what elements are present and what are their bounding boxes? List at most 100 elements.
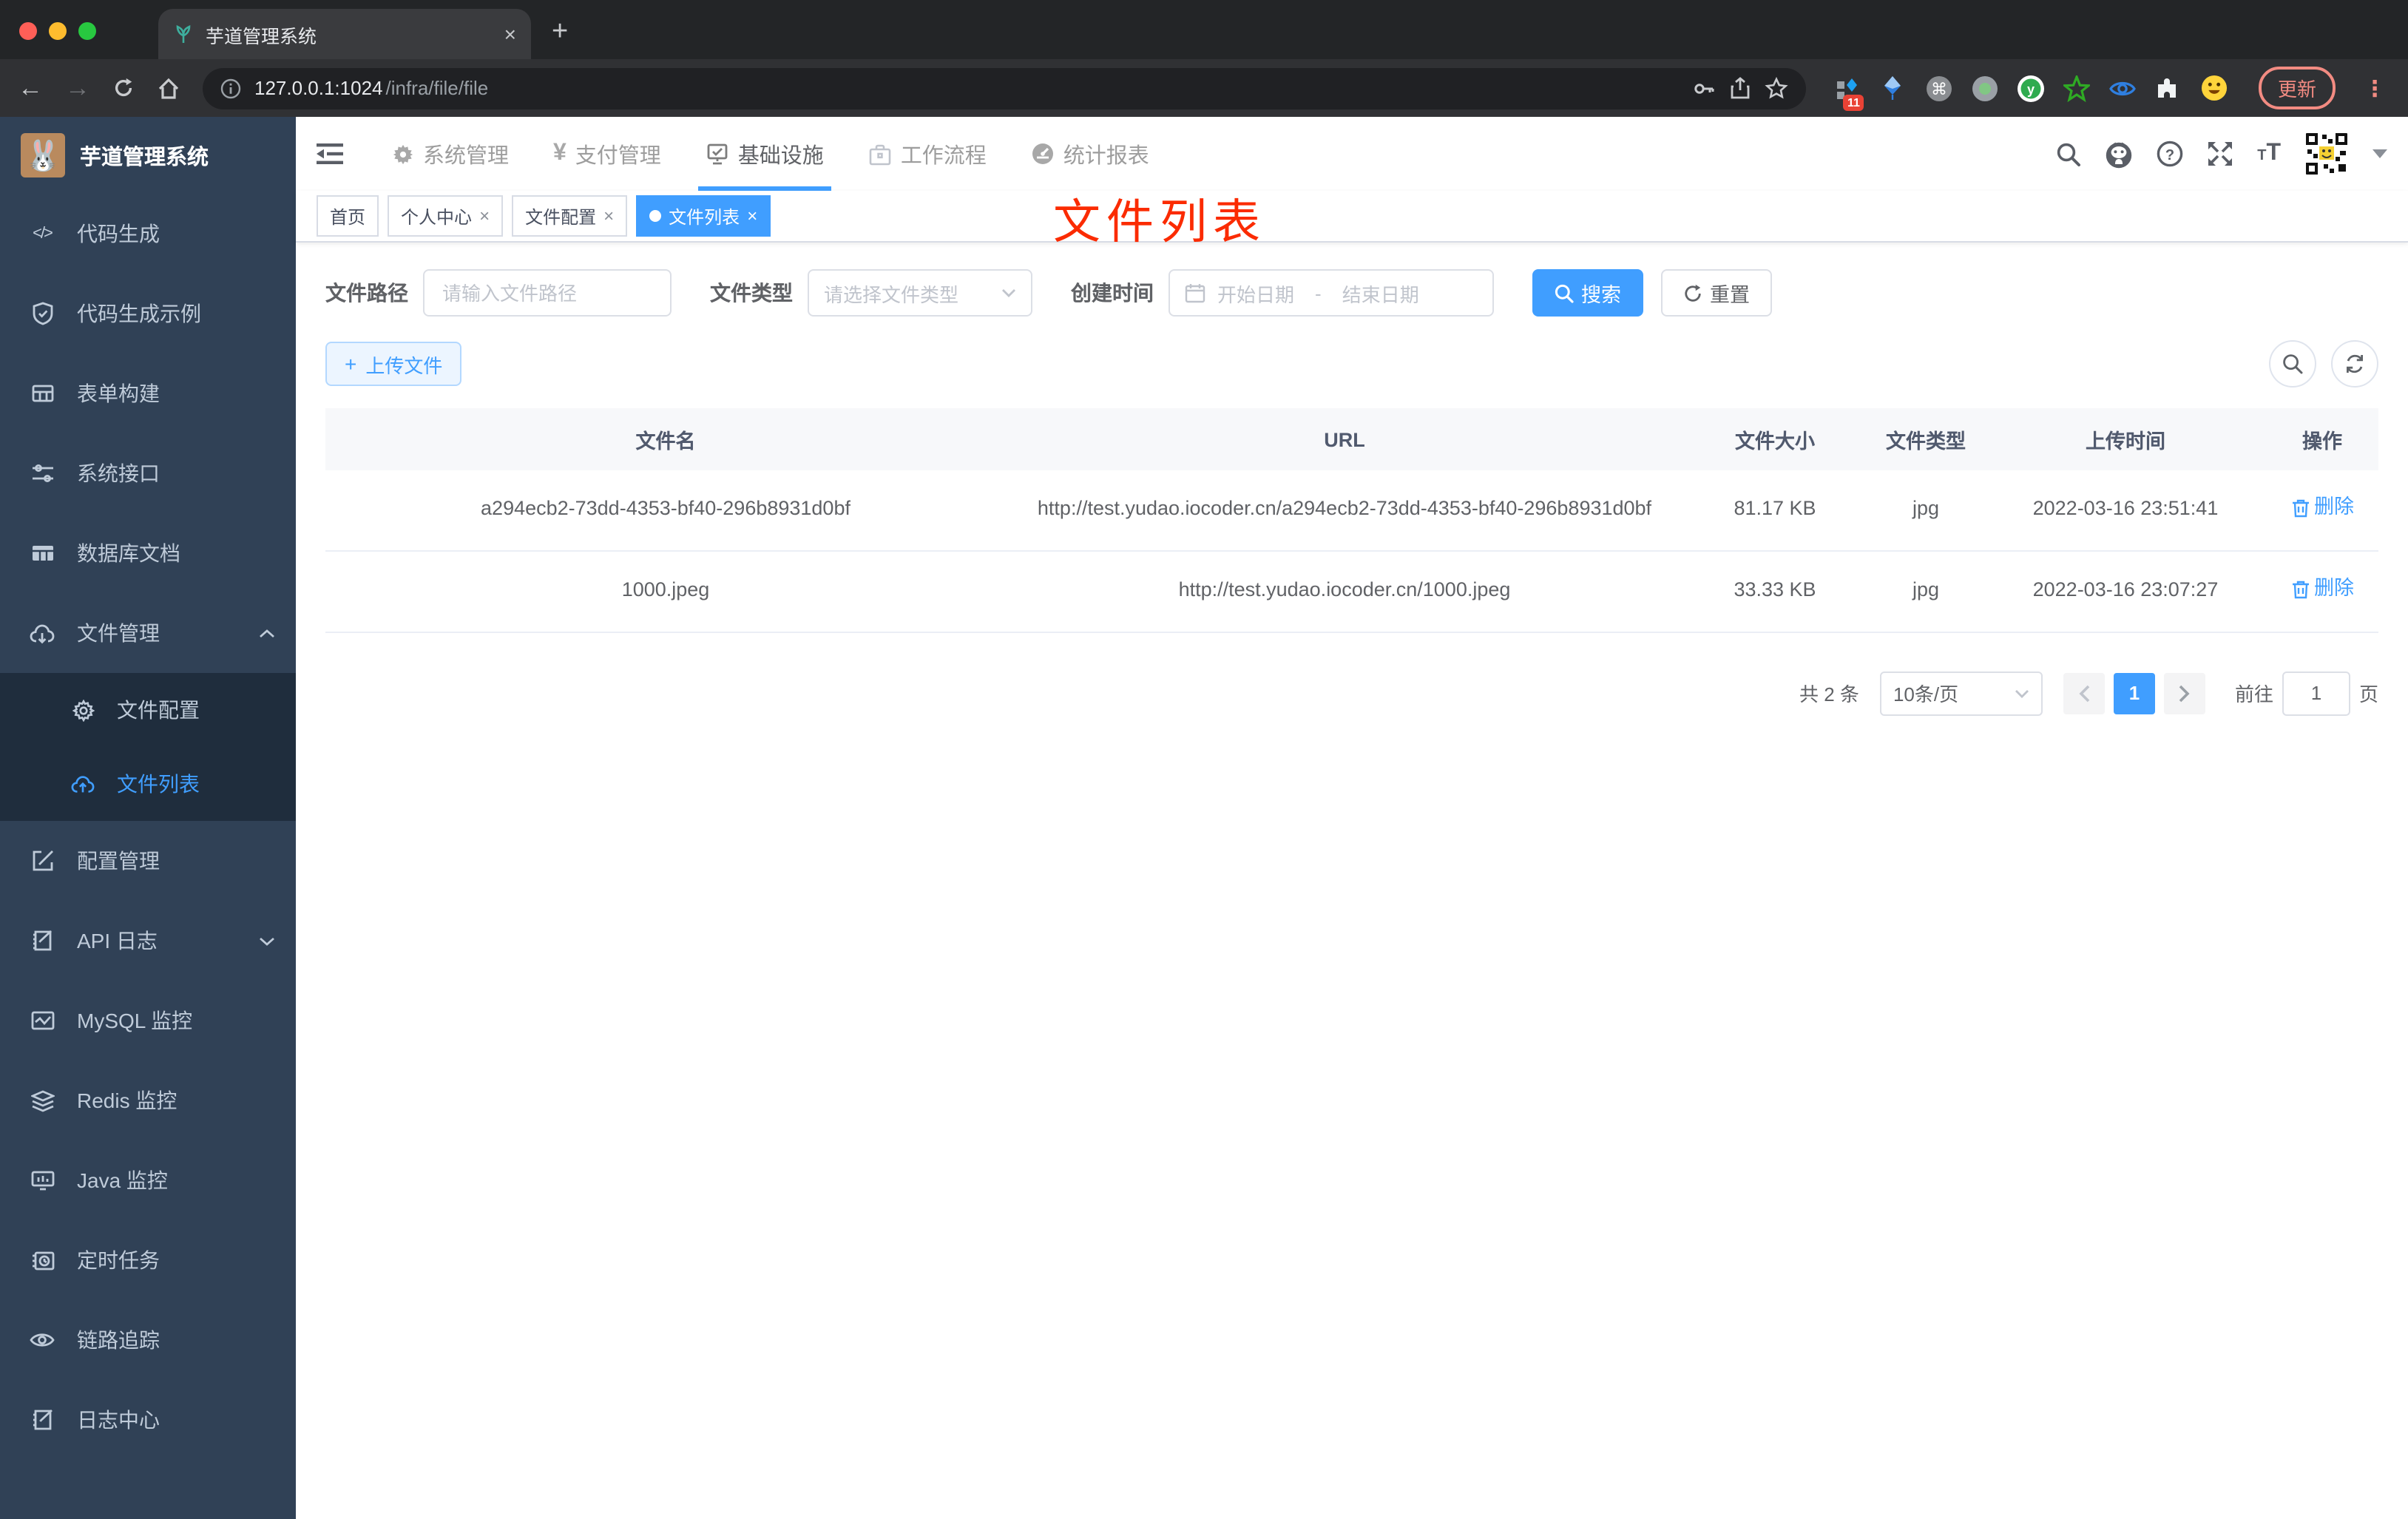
topmenu-report[interactable]: 统计报表: [1009, 117, 1171, 191]
browser-menu-icon[interactable]: ⋮: [2364, 75, 2387, 101]
next-page-button[interactable]: [2163, 672, 2205, 714]
trash-icon: [2292, 581, 2308, 598]
sidebar-item-db-doc[interactable]: 数据库文档: [0, 513, 296, 593]
cell-url: http://test.yudao.iocoder.cn/a294ecb2-73…: [1006, 470, 1683, 552]
svg-text:⌘: ⌘: [1931, 79, 1947, 98]
upload-file-button[interactable]: + 上传文件: [325, 342, 462, 386]
home-icon[interactable]: [157, 76, 180, 100]
sidebar-item-redis-monitor[interactable]: Redis 监控: [0, 1060, 296, 1140]
tag-close-icon[interactable]: ×: [603, 206, 614, 226]
sidebar-item-file-config[interactable]: 文件配置: [0, 673, 296, 747]
forward-icon[interactable]: →: [65, 75, 90, 101]
sidebar-item-form-builder[interactable]: 表单构建: [0, 353, 296, 433]
file-table: 文件名 URL 文件大小 文件类型 上传时间 操作 a294ecb2-73dd-…: [325, 408, 2378, 633]
hamburger-icon[interactable]: [296, 117, 364, 191]
back-icon[interactable]: ←: [18, 75, 43, 101]
cell-upload-time: 2022-03-16 23:07:27: [1985, 550, 2266, 633]
sidebar-item-mysql-monitor[interactable]: MySQL 监控: [0, 981, 296, 1060]
sidebar-item-scheduled-tasks[interactable]: 定时任务: [0, 1220, 296, 1300]
emoji-extension-icon[interactable]: [2201, 75, 2228, 101]
delete-button[interactable]: 删除: [2290, 491, 2354, 525]
font-size-icon[interactable]: TT: [2257, 141, 2281, 167]
file-type-select[interactable]: 请选择文件类型: [808, 269, 1032, 317]
browser-update-button[interactable]: 更新: [2258, 67, 2336, 109]
start-date-placeholder: 开始日期: [1217, 283, 1295, 305]
file-path-input-field[interactable]: [439, 280, 655, 305]
sidebar-item-java-monitor[interactable]: Java 监控: [0, 1140, 296, 1220]
gray-dot-extension-icon[interactable]: [1972, 75, 1998, 101]
toggle-search-button[interactable]: [2269, 340, 2316, 388]
minimize-window-button[interactable]: [49, 22, 67, 40]
sidebar-logo[interactable]: 🐰 芋道管理系统: [0, 117, 296, 194]
command-extension-icon[interactable]: ⌘: [1926, 75, 1952, 101]
end-date-placeholder: 结束日期: [1342, 283, 1419, 305]
note-edit-icon: [30, 1407, 55, 1432]
shield-check-icon: [30, 301, 55, 326]
sidebar-item-file-management[interactable]: 文件管理: [0, 593, 296, 673]
bookmark-star-icon[interactable]: [1765, 76, 1788, 100]
cloud-upload-icon: [71, 772, 95, 796]
help-icon[interactable]: ?: [2157, 141, 2183, 167]
sidebar-item-log-center[interactable]: 日志中心: [0, 1380, 296, 1460]
tab-close-icon[interactable]: ×: [504, 22, 516, 46]
tag-home[interactable]: 首页: [317, 195, 379, 237]
y-green-extension-icon[interactable]: y: [2017, 75, 2044, 101]
search-icon[interactable]: [2056, 141, 2081, 166]
search-button[interactable]: 搜索: [1532, 269, 1643, 317]
goto-page-input[interactable]: [2282, 671, 2350, 716]
tag-profile[interactable]: 个人中心 ×: [388, 195, 504, 237]
sidebar-item-system-api[interactable]: 系统接口: [0, 433, 296, 513]
sidebar-item-code-generation[interactable]: </> 代码生成: [0, 194, 296, 274]
sidebar-item-code-example[interactable]: 代码生成示例: [0, 274, 296, 353]
url-bar[interactable]: 127.0.0.1:1024/infra/file/file: [203, 67, 1806, 109]
chevron-right-icon: [2179, 685, 2190, 702]
puzzle-extension-icon[interactable]: [2155, 75, 2182, 101]
password-key-icon[interactable]: [1692, 76, 1716, 100]
kite-extension-icon[interactable]: [1880, 75, 1907, 101]
edit-square-icon: [30, 848, 55, 873]
delete-button[interactable]: 删除: [2290, 572, 2354, 606]
maximize-window-button[interactable]: [78, 22, 96, 40]
browser-tab[interactable]: 芋道管理系统 ×: [158, 9, 531, 59]
tag-file-config[interactable]: 文件配置 ×: [512, 195, 628, 237]
fullscreen-icon[interactable]: [2207, 141, 2233, 167]
date-range-input[interactable]: 开始日期 - 结束日期: [1169, 269, 1494, 317]
tag-close-icon[interactable]: ×: [747, 206, 757, 226]
close-window-button[interactable]: [19, 22, 37, 40]
star-extension-icon[interactable]: [2063, 75, 2090, 101]
favicon-plant-icon: [173, 24, 194, 44]
file-path-label: 文件路径: [325, 281, 408, 305]
new-tab-button[interactable]: +: [552, 16, 568, 49]
reset-button[interactable]: 重置: [1661, 269, 1772, 317]
prev-page-button[interactable]: [2063, 672, 2105, 714]
file-path-input[interactable]: [423, 269, 672, 317]
sidebar-item-api-log[interactable]: API 日志: [0, 901, 296, 981]
page-number-button[interactable]: 1: [2113, 672, 2155, 714]
sidebar-item-trace[interactable]: 链路追踪: [0, 1300, 296, 1380]
sidebar-item-file-list[interactable]: 文件列表: [0, 747, 296, 821]
sliders-icon: [30, 461, 55, 486]
github-icon[interactable]: [2105, 140, 2133, 168]
avatar[interactable]: [2304, 132, 2349, 176]
annotation-file-list: 文件列表: [1053, 195, 1267, 248]
topmenu-payment[interactable]: ¥ 支付管理: [531, 117, 683, 191]
eye-extension-icon[interactable]: [2109, 75, 2136, 101]
topmenu-system[interactable]: 系统管理: [370, 117, 531, 191]
tag-file-list[interactable]: 文件列表 ×: [636, 195, 771, 237]
sidebar-item-config-management[interactable]: 配置管理: [0, 821, 296, 901]
refresh-table-button[interactable]: [2331, 340, 2378, 388]
page-size-select[interactable]: 10条/页: [1879, 671, 2043, 716]
topmenu-workflow[interactable]: 工作流程: [846, 117, 1009, 191]
caret-down-icon[interactable]: [2373, 149, 2387, 158]
password-manager-extension-icon[interactable]: 11: [1834, 75, 1864, 110]
date-separator: -: [1315, 282, 1322, 304]
tag-close-icon[interactable]: ×: [479, 206, 490, 226]
topmenu-infrastructure[interactable]: 基础设施: [683, 117, 846, 191]
pagination: 共 2 条 10条/页 1 前往 1 页: [325, 671, 2378, 716]
col-file-name: 文件名: [325, 408, 1006, 470]
site-info-icon[interactable]: [220, 78, 241, 98]
share-icon[interactable]: [1729, 76, 1751, 100]
browser-toolbar: ← → 127.0.0.1:1024/infra/file/file 11 ⌘ …: [0, 59, 2408, 117]
reload-icon[interactable]: [112, 77, 135, 99]
navbar-right: ? TT: [2056, 132, 2408, 176]
